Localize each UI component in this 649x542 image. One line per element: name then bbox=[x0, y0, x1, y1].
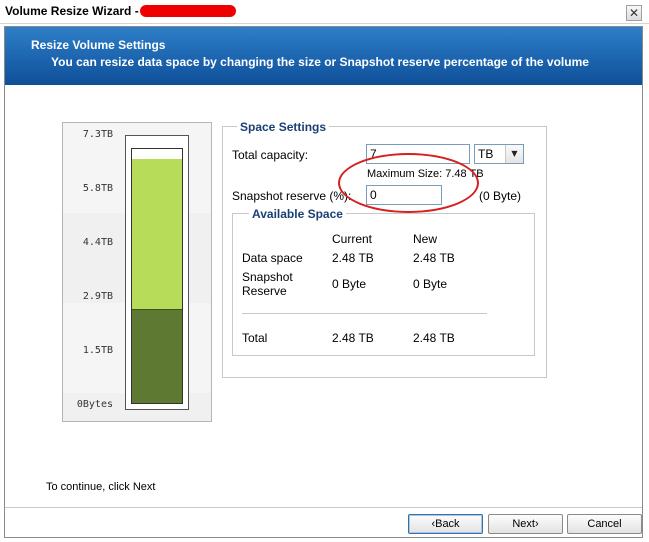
chevron-down-icon[interactable]: ▼ bbox=[505, 145, 523, 163]
row-label-snapshot-reserve: Snapshot Reserve bbox=[242, 270, 293, 298]
footer-divider bbox=[5, 507, 642, 508]
banner-heading: Resize Volume Settings bbox=[31, 38, 166, 52]
gauge-tick-label: 7.3TB bbox=[82, 129, 113, 140]
wizard-banner: Resize Volume Settings You can resize da… bbox=[5, 27, 642, 85]
total-new: 2.48 TB bbox=[413, 331, 455, 345]
continue-instruction: To continue, click Next bbox=[46, 481, 156, 493]
total-capacity-label: Total capacity: bbox=[232, 148, 309, 162]
banner-subheading: You can resize data space by changing th… bbox=[51, 55, 589, 69]
snapshot-reserve-label: Snapshot reserve (%): bbox=[232, 189, 352, 203]
total-capacity-input[interactable]: 7 bbox=[366, 144, 470, 164]
gauge-tick-label: 1.5TB bbox=[82, 345, 113, 356]
table-divider bbox=[242, 313, 487, 314]
cancel-button[interactable]: Cancel bbox=[567, 514, 642, 534]
column-header-new: New bbox=[413, 232, 438, 246]
gauge-tick-label: 0Bytes bbox=[76, 399, 113, 410]
data-space-new: 2.48 TB bbox=[413, 251, 455, 265]
snapshot-reserve-current: 0 Byte bbox=[332, 277, 367, 291]
close-icon[interactable]: ✕ bbox=[626, 5, 642, 21]
capacity-gauge: 7.3TB 5.8TB 4.4TB 2.9TB 1.5TB 0Bytes bbox=[62, 122, 212, 422]
back-button[interactable]: ‹Back bbox=[408, 514, 483, 534]
maximum-size-hint: Maximum Size: 7.48 TB bbox=[367, 168, 484, 180]
gauge-bar bbox=[131, 148, 183, 404]
window-title: Volume Resize Wizard - bbox=[5, 4, 139, 18]
snapshot-reserve-new: 0 Byte bbox=[413, 277, 448, 291]
capacity-unit-select[interactable]: TB ▼ bbox=[474, 144, 524, 164]
available-space-title: Available Space bbox=[249, 207, 346, 221]
next-button[interactable]: Next› bbox=[488, 514, 563, 534]
redaction-mark bbox=[140, 5, 236, 17]
column-header-current: Current bbox=[332, 232, 373, 246]
gauge-tick-label: 2.9TB bbox=[82, 291, 113, 302]
space-settings-title: Space Settings bbox=[237, 120, 330, 134]
total-current: 2.48 TB bbox=[332, 331, 374, 345]
row-label-data-space: Data space bbox=[242, 251, 303, 265]
row-label-total: Total bbox=[242, 331, 268, 345]
gauge-tick-label: 4.4TB bbox=[82, 237, 113, 248]
snapshot-reserve-input[interactable]: 0 bbox=[366, 185, 442, 205]
snapshot-reserve-bytes: (0 Byte) bbox=[479, 189, 522, 203]
wizard-panel: Resize Volume Settings You can resize da… bbox=[4, 26, 643, 538]
gauge-tick-label: 5.8TB bbox=[82, 183, 113, 194]
gauge-used-fill bbox=[132, 309, 182, 403]
data-space-current: 2.48 TB bbox=[332, 251, 374, 265]
window-titlebar: Volume Resize Wizard - ✕ bbox=[0, 0, 649, 24]
capacity-unit-value: TB bbox=[478, 147, 494, 161]
